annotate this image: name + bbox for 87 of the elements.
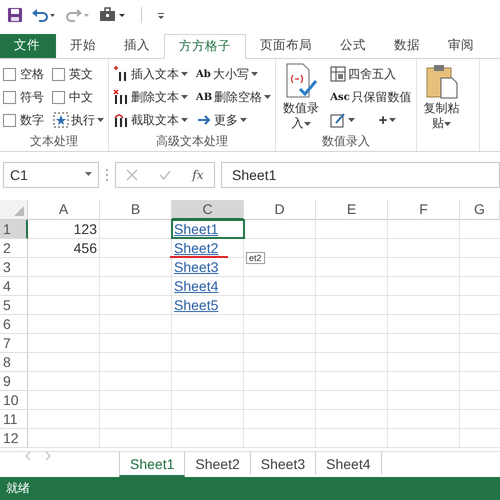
column-header[interactable]: C: [172, 200, 244, 220]
ribbon-button[interactable]: 四舍五入: [329, 62, 413, 86]
sheet-tab[interactable]: Sheet3: [250, 452, 316, 475]
row-header[interactable]: 7: [0, 334, 28, 353]
checkbox[interactable]: 中文: [52, 86, 105, 109]
table-cell-text: 123: [74, 220, 98, 237]
row-header[interactable]: 8: [0, 352, 28, 372]
table-cell-text: 456: [74, 240, 98, 256]
hyperlink-cell[interactable]: Sheet3: [172, 258, 244, 276]
text-icon: Ab: [196, 68, 211, 80]
group-label: 高级文本处理: [155, 133, 230, 150]
ribbon-tab[interactable]: 文件: [0, 34, 56, 58]
hyperlink-cell[interactable]: Sheet1: [172, 220, 244, 238]
row-header[interactable]: 9: [0, 372, 28, 391]
checkbox[interactable]: 数字: [3, 108, 46, 132]
row-header[interactable]: 1: [0, 220, 28, 239]
paste-button[interactable]: 复制粘贴: [420, 62, 464, 132]
check-icon[interactable]: [159, 168, 172, 181]
ribbon-button[interactable]: Ab 大小写: [195, 62, 272, 86]
tooltip: et2: [246, 252, 265, 264]
ribbon-button[interactable]: 删除文本: [112, 86, 189, 109]
column-header[interactable]: F: [388, 200, 460, 220]
delete-bars-icon: [113, 89, 129, 106]
group-label: 文本处理: [29, 133, 79, 150]
row-header[interactable]: 10: [0, 390, 28, 410]
column-header[interactable]: G: [460, 200, 500, 220]
status-text: 就绪: [6, 480, 30, 497]
column-header[interactable]: B: [100, 200, 172, 220]
column-header[interactable]: A: [28, 200, 100, 220]
table-icon: [330, 66, 346, 82]
ribbon-tab[interactable]: 开始: [56, 34, 110, 58]
ribbon-button[interactable]: 截取文本: [112, 108, 189, 132]
ribbon-tab[interactable]: 插入: [110, 34, 164, 58]
column-header[interactable]: E: [316, 200, 388, 220]
hyperlink-cell[interactable]: Sheet5: [172, 296, 244, 314]
sheet-tab[interactable]: Sheet4: [316, 452, 382, 475]
row-header[interactable]: 6: [0, 314, 28, 334]
row-header[interactable]: 2: [0, 238, 28, 258]
ribbon-button[interactable]: Asc 只保留数值: [329, 86, 413, 109]
redo-icon[interactable]: [65, 6, 91, 23]
checkbox[interactable]: 空格: [3, 62, 46, 86]
document-check-icon: [284, 62, 318, 99]
formula-input[interactable]: Sheet1: [221, 162, 500, 188]
text-icon: AB: [196, 92, 212, 103]
ribbon-tab[interactable]: 页面布局: [246, 34, 326, 58]
group-label: 数值录入: [320, 133, 371, 150]
hyperlink-cell[interactable]: Sheet4: [172, 276, 244, 295]
ribbon-tab[interactable]: 数据: [380, 34, 434, 58]
row-header[interactable]: 3: [0, 258, 28, 277]
ribbon-tab[interactable]: 方方格子: [164, 34, 246, 59]
ribbon-tab[interactable]: 公式: [326, 34, 380, 58]
column-header[interactable]: D: [244, 200, 316, 220]
caret-icon: [85, 172, 92, 178]
ribbon-button[interactable]: AB 删除空格: [195, 86, 272, 109]
ribbon-button[interactable]: 执行: [52, 108, 105, 132]
name-box[interactable]: C1: [3, 162, 99, 188]
pencil-icon: [330, 112, 346, 128]
ribbon-button[interactable]: 更多: [195, 108, 272, 132]
scroll-left-icon[interactable]: [25, 452, 31, 460]
cut-bars-icon: [113, 112, 129, 128]
ribbon-button[interactable]: 插入文本: [112, 62, 189, 86]
sheet-tab[interactable]: Sheet1: [119, 452, 186, 477]
insert-function-button[interactable]: fx: [192, 168, 204, 182]
cancel-icon[interactable]: [126, 168, 138, 181]
sheet-tab[interactable]: Sheet2: [185, 452, 251, 475]
annotation-line: [170, 256, 228, 258]
ribbon-tab[interactable]: 审阅: [434, 34, 488, 58]
entry-button[interactable]: 数值录入: [279, 62, 324, 132]
briefcase-icon[interactable]: [99, 6, 127, 23]
row-header[interactable]: 12: [0, 428, 28, 448]
clipboard-icon: [424, 62, 459, 99]
checkbox[interactable]: 英文: [52, 62, 105, 86]
drag-handle-icon[interactable]: [105, 168, 109, 182]
select-all-corner[interactable]: [0, 200, 28, 220]
ribbon-button[interactable]: +: [378, 108, 413, 132]
undo-icon[interactable]: [31, 6, 57, 23]
triangle-icon: [14, 206, 24, 216]
row-header[interactable]: 11: [0, 410, 28, 429]
row-header[interactable]: 4: [0, 276, 28, 296]
scroll-right-icon[interactable]: [45, 452, 51, 460]
hyperlink-cell[interactable]: Sheet2: [172, 238, 244, 257]
text-icon: Asc: [330, 92, 350, 103]
row-header[interactable]: 5: [0, 296, 28, 315]
star-icon: [53, 112, 69, 128]
insert-bars-icon: [113, 66, 129, 82]
save-icon[interactable]: [7, 6, 23, 23]
checkbox[interactable]: 符号: [3, 86, 46, 109]
